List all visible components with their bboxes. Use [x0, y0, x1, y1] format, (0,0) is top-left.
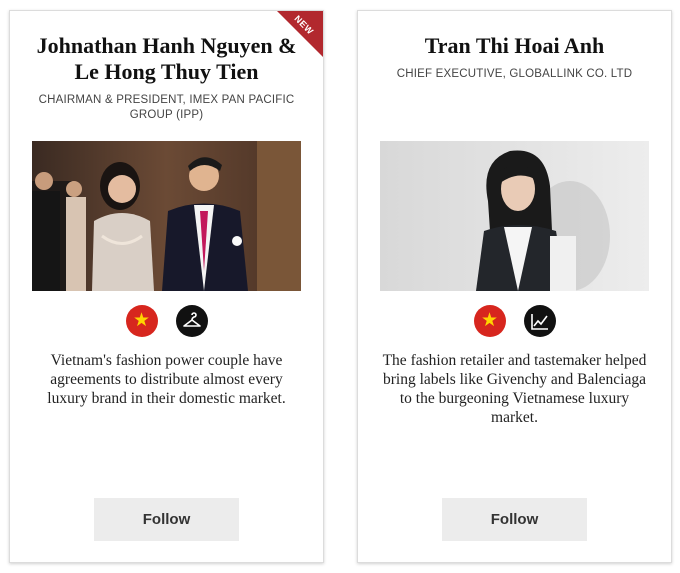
profile-name[interactable]: Tran Thi Hoai Anh [358, 33, 671, 59]
profile-description: Vietnam's fashion power couple have agre… [47, 352, 286, 407]
profile-photo[interactable] [380, 141, 649, 291]
hanger-icon[interactable] [175, 305, 208, 337]
profile-card-globallink[interactable]: Tran Thi Hoai Anh Chief Executive, Globa… [357, 10, 672, 563]
profile-title: Chief Executive, Globallink Co. Ltd [396, 68, 633, 80]
follow-button[interactable]: Follow [94, 498, 239, 541]
vietnam-flag-icon[interactable]: ★ [125, 305, 158, 337]
profile-card-ipp[interactable]: NEW Johnathan Hanh Nguyen & Le Hong Thuy… [9, 10, 324, 563]
profile-title: Chairman & President, IMEX Pan Pacific G… [38, 94, 295, 121]
new-badge: NEW [277, 11, 323, 57]
vietnam-flag-icon[interactable]: ★ [473, 305, 506, 337]
follow-button[interactable]: Follow [442, 498, 587, 541]
profile-photo[interactable] [32, 141, 301, 291]
category-icons: ★ [10, 305, 323, 337]
category-icons: ★ [358, 305, 671, 337]
chart-icon[interactable] [523, 305, 556, 337]
profile-description: The fashion retailer and tastemaker help… [382, 352, 647, 426]
